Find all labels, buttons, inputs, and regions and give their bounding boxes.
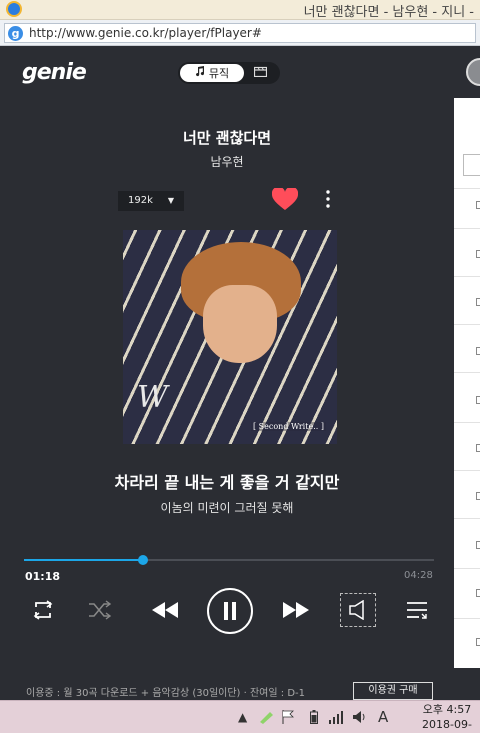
divider <box>454 618 480 619</box>
checkbox[interactable] <box>476 492 480 500</box>
tray-expand-icon[interactable]: ▲ <box>238 710 247 724</box>
divider <box>454 276 480 277</box>
video-icon <box>253 66 267 80</box>
playlist-button[interactable] <box>403 598 431 622</box>
shuffle-button[interactable] <box>86 596 114 624</box>
more-button[interactable] <box>322 190 334 212</box>
network-icon[interactable] <box>328 710 344 724</box>
caret-down-icon: ▼ <box>167 196 174 205</box>
window-title: 너만 괜찮다면 - 남우현 - 지니 - <box>303 5 474 20</box>
album-sign: W <box>137 380 168 415</box>
pause-button[interactable] <box>207 588 253 634</box>
subscription-bar: 이용중 : 월 30곡 다운로드 + 음악감상 (30일이단) · 잔여일 : … <box>0 674 454 700</box>
previous-icon <box>151 601 179 619</box>
playlist-select-button[interactable] <box>463 154 480 176</box>
url-field[interactable]: g http://www.genie.co.kr/player/fPlayer# <box>4 23 476 43</box>
like-button[interactable] <box>271 186 299 217</box>
tab-video[interactable] <box>252 65 268 81</box>
next-icon <box>282 601 310 619</box>
total-time: 04:28 <box>404 570 433 581</box>
album-art[interactable]: W [ Second Write.. ] <box>123 230 337 444</box>
divider <box>454 372 480 373</box>
divider <box>454 470 480 471</box>
flag-icon[interactable] <box>282 710 294 724</box>
avatar[interactable] <box>466 58 480 86</box>
checkbox[interactable] <box>476 589 480 597</box>
clock-time: 오후 4:57 <box>422 703 472 716</box>
checkbox[interactable] <box>476 347 480 355</box>
app-tray-icon[interactable] <box>258 710 274 724</box>
speaker-icon[interactable] <box>352 710 368 724</box>
buy-pass-button[interactable]: 이용권 구매 <box>353 682 433 700</box>
checkbox[interactable] <box>476 298 480 306</box>
tab-music-label: 뮤직 <box>208 67 230 80</box>
divider <box>454 324 480 325</box>
more-vertical-icon <box>326 190 330 213</box>
checkbox[interactable] <box>476 201 480 209</box>
checkbox[interactable] <box>476 638 480 646</box>
genie-logo[interactable]: genie <box>22 60 87 85</box>
clock-date: 2018-09-26 <box>422 718 472 731</box>
divider <box>454 422 480 423</box>
artist-name[interactable]: 남우현 <box>0 153 454 170</box>
playlist-side-panel <box>454 98 480 668</box>
elapsed-time: 01:18 <box>25 570 61 583</box>
heart-icon <box>271 186 299 217</box>
subscription-text: 이용중 : 월 30곡 다운로드 + 음악감상 (30일이단) · 잔여일 : … <box>26 688 305 699</box>
song-title: 너만 괜찮다면 <box>182 129 272 147</box>
divider <box>454 518 480 519</box>
player: genie 뮤직 너만 괜찮다면 남우현 192k ▼ W [Second W… <box>0 46 480 700</box>
progress-bar[interactable] <box>24 555 434 565</box>
checkbox[interactable] <box>476 250 480 258</box>
divider <box>454 188 480 189</box>
volume-icon <box>349 600 367 620</box>
site-favicon-icon: g <box>8 26 23 41</box>
next-button[interactable] <box>281 598 311 622</box>
checkbox[interactable] <box>476 541 480 549</box>
battery-icon[interactable] <box>310 710 318 724</box>
lyric-next[interactable]: 이놈의 미련이 그러질 못해 <box>0 499 454 516</box>
previous-button[interactable] <box>150 598 180 622</box>
progress-fill <box>24 559 143 561</box>
checkbox[interactable] <box>476 444 480 452</box>
progress-handle[interactable] <box>137 555 148 565</box>
ie-logo-icon <box>6 1 22 17</box>
playlist-icon <box>406 601 428 619</box>
album-photo-face <box>203 285 277 363</box>
url-text[interactable]: http://www.genie.co.kr/player/fPlayer# <box>29 26 262 40</box>
divider <box>454 228 480 229</box>
divider <box>454 568 480 569</box>
taskbar: ▲ A 오후 4:57 2018-09-26 <box>0 700 480 733</box>
clock[interactable]: 오후 4:57 2018-09-26 <box>420 702 474 733</box>
ime-indicator[interactable]: A <box>378 710 388 725</box>
tab-music[interactable]: 뮤직 <box>180 64 244 82</box>
volume-button[interactable] <box>340 593 376 627</box>
repeat-button[interactable] <box>29 596 57 624</box>
quality-value: 192k <box>128 195 153 206</box>
repeat-icon <box>31 599 55 621</box>
window-title-bar: 너만 괜찮다면 - 남우현 - 지니 - <box>0 0 480 20</box>
lyric-current[interactable]: 차라리 끝 내는 게 좋을 거 같지만 <box>0 469 454 493</box>
pause-icon <box>223 602 237 620</box>
shuffle-icon <box>88 600 112 620</box>
music-note-icon <box>195 66 205 80</box>
quality-select[interactable]: 192k ▼ <box>118 191 184 211</box>
checkbox[interactable] <box>476 396 480 404</box>
album-caption: [ Second Write.. ] <box>251 422 326 431</box>
mode-switch: 뮤직 <box>178 62 280 84</box>
address-bar: g http://www.genie.co.kr/player/fPlayer# <box>0 20 480 46</box>
